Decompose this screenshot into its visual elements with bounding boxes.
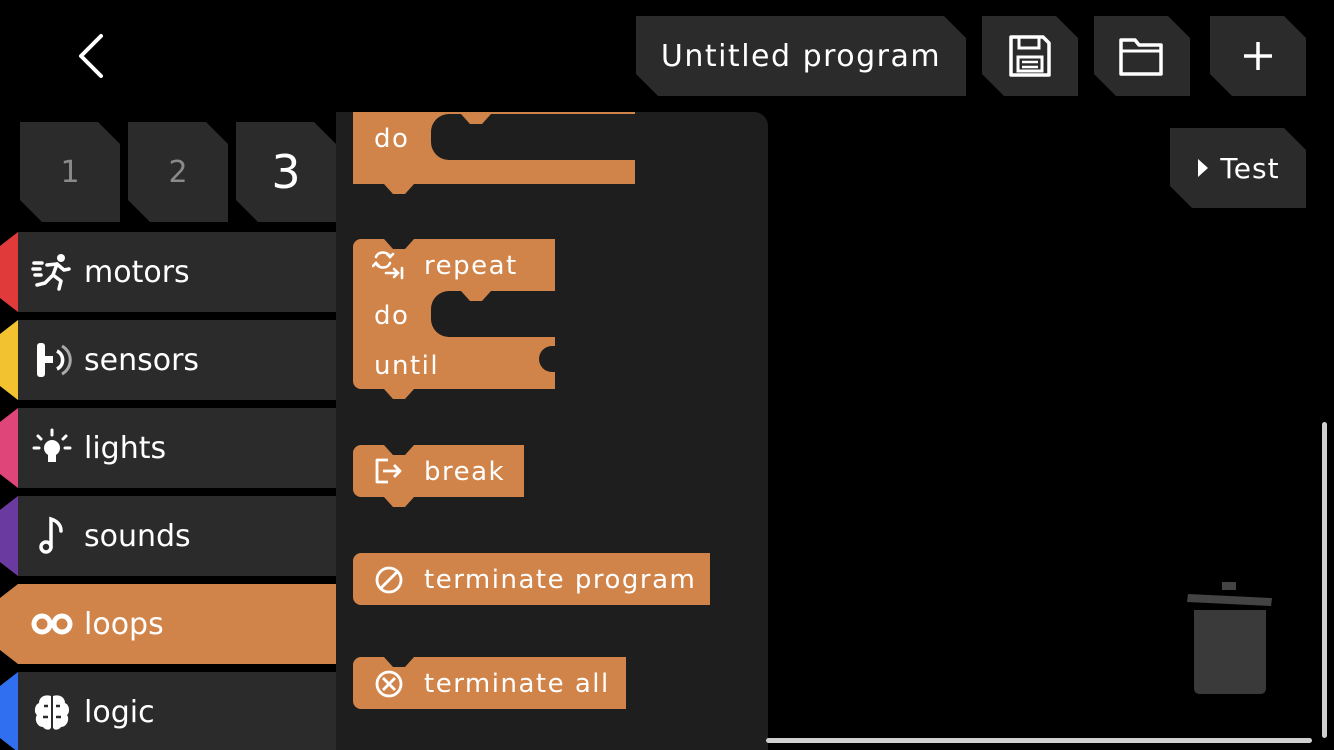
vertical-scrollbar[interactable]: [1322, 422, 1327, 738]
category-loops[interactable]: loops: [0, 584, 336, 664]
save-button[interactable]: [982, 16, 1078, 96]
page-tab-label: 3: [271, 145, 301, 199]
lightbulb-icon: [30, 426, 74, 470]
horizontal-scrollbar[interactable]: [766, 738, 1312, 743]
category-label: lights: [84, 430, 167, 466]
category-motors[interactable]: motors: [0, 232, 336, 312]
page-tab-3[interactable]: 3: [236, 122, 336, 222]
plus-icon: [1241, 39, 1275, 73]
trash-can[interactable]: [1186, 580, 1276, 694]
category-label: sounds: [84, 518, 191, 554]
page-tab-label: 2: [168, 154, 188, 190]
repeat-icon: [371, 248, 406, 284]
category-lights[interactable]: lights: [0, 408, 336, 488]
category-label: motors: [84, 254, 190, 290]
category-label: logic: [84, 694, 155, 730]
category-color-stripe: [0, 496, 18, 576]
category-logic[interactable]: logic: [0, 672, 336, 750]
page-tab-2[interactable]: 2: [128, 122, 228, 222]
category-label: loops: [84, 606, 164, 642]
close-circle-icon: [374, 669, 404, 703]
category-label: sensors: [84, 342, 200, 378]
block-terminate-all-label: terminate all: [424, 669, 610, 699]
block-do-label: do: [374, 301, 410, 331]
back-button[interactable]: [60, 26, 120, 86]
block-repeat-label: repeat: [424, 251, 518, 281]
exit-icon: [374, 457, 404, 489]
page-tab-label: 1: [60, 154, 80, 190]
test-button[interactable]: Test: [1170, 128, 1306, 208]
music-note-icon: [30, 514, 74, 558]
floppy-disk-icon: [1006, 32, 1054, 80]
open-folder-button[interactable]: [1094, 16, 1190, 96]
brain-icon: [30, 690, 74, 734]
block-terminate-program-label: terminate program: [424, 565, 697, 595]
category-color-stripe: [0, 672, 18, 750]
block-until-label: until: [374, 351, 440, 381]
program-title: Untitled program: [660, 38, 942, 74]
category-color-stripe: [0, 232, 18, 312]
play-icon: [1196, 157, 1210, 179]
program-title-button[interactable]: Untitled program: [636, 16, 966, 96]
page-tab-1[interactable]: 1: [20, 122, 120, 222]
category-color-stripe: [0, 408, 18, 488]
prohibited-icon: [374, 565, 404, 599]
trash-can-icon: [1187, 582, 1272, 694]
block-flyout: do repeat do until break terminate progr…: [336, 112, 768, 750]
category-sensors[interactable]: sensors: [0, 320, 336, 400]
folder-icon: [1117, 34, 1167, 78]
new-program-button[interactable]: [1210, 16, 1306, 96]
infinity-loop-icon: [30, 602, 74, 646]
chevron-left-icon: [79, 34, 103, 78]
block-break-label: break: [424, 457, 506, 487]
sensor-icon: [30, 338, 74, 382]
category-color-stripe: [0, 320, 18, 400]
category-sounds[interactable]: sounds: [0, 496, 336, 576]
running-person-icon: [30, 250, 74, 294]
block-do-label: do: [374, 124, 410, 154]
test-label: Test: [1220, 151, 1280, 185]
